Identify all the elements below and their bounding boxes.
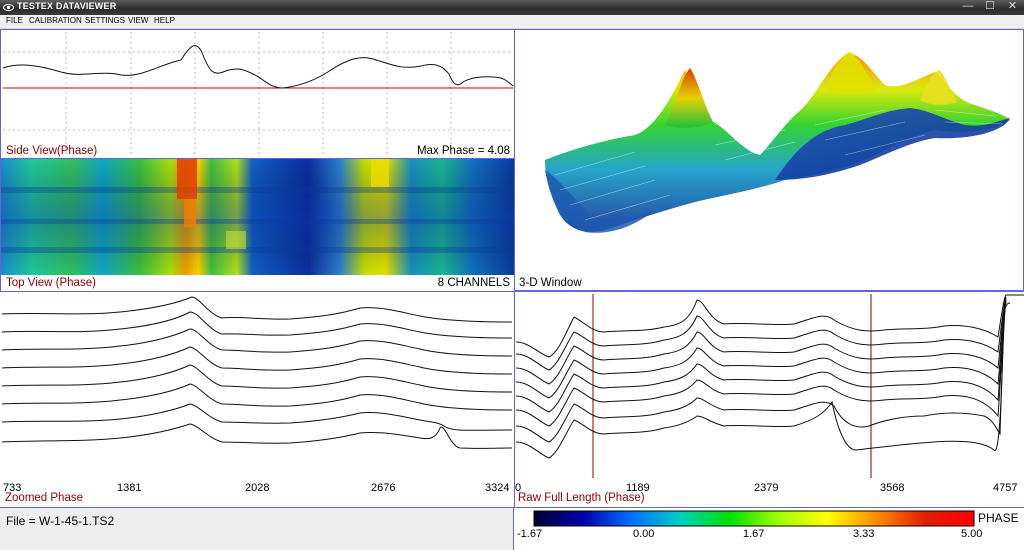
legend-tick-2: 0.00: [633, 528, 655, 540]
zoomed-phase-label: Zoomed Phase: [5, 492, 83, 504]
raw-tick-4: 3568: [880, 482, 905, 494]
zoomed-tick-3: 2028: [245, 482, 270, 494]
raw-tick-5: 4757: [993, 482, 1018, 494]
side-view-plot: [2, 32, 514, 156]
legend-tick-5: 5.00: [961, 528, 983, 540]
title-bar: TESTEX DATAVIEWER — ☐ ✕: [0, 0, 1024, 15]
legend-tick-4: 3.33: [853, 528, 875, 540]
menu-view[interactable]: VIEW: [128, 16, 148, 25]
maximize-button[interactable]: ☐: [979, 0, 1001, 14]
raw-phase-traces: [515, 294, 1024, 478]
menu-help[interactable]: HELP: [154, 16, 175, 25]
raw-full-length-pane[interactable]: 0 1189 2379 3568 4757 Raw Full Length (P…: [514, 291, 1024, 507]
raw-full-length-label: Raw Full Length (Phase): [518, 492, 645, 504]
app-icon: [3, 4, 14, 11]
status-bar: File = W-1-45-1.TS2: [0, 507, 514, 550]
3d-window-label: 3-D Window: [519, 277, 582, 289]
3d-surface-plot: [545, 52, 1010, 233]
zoomed-tick-5: 3324: [485, 482, 510, 494]
raw-tick-3: 2379: [754, 482, 779, 494]
legend-title: PHASE: [978, 511, 1019, 525]
menu-settings[interactable]: SETTINGS: [85, 16, 125, 25]
menu-bar: FILE CALIBRATION SETTINGS VIEW HELP: [0, 15, 1024, 29]
minimize-button[interactable]: —: [957, 0, 979, 14]
side-view-label: Side View(Phase): [6, 145, 98, 157]
close-button[interactable]: ✕: [1001, 0, 1024, 14]
zoomed-tick-4: 2676: [371, 482, 396, 494]
zoomed-phase-traces: [1, 296, 513, 449]
3d-window-pane[interactable]: 3-D Window: [514, 29, 1024, 291]
legend-tick-1: -1.67: [517, 528, 543, 540]
channel-count: 8 CHANNELS: [437, 277, 510, 289]
zoomed-phase-pane[interactable]: 733 1381 2028 2676 3324 Zoomed Phase: [0, 291, 515, 507]
legend-tick-3: 1.67: [743, 528, 765, 540]
side-view-pane[interactable]: Side View(Phase) Max Phase = 4.08: [0, 29, 515, 159]
zoomed-tick-2: 1381: [117, 482, 142, 494]
legend-colorbar: [533, 510, 975, 527]
window-title: TESTEX DATAVIEWER: [17, 1, 117, 11]
max-phase-readout: Max Phase = 4.08: [416, 145, 510, 157]
menu-file[interactable]: FILE: [6, 16, 23, 25]
phase-color-legend: PHASE -1.67 0.00 1.67 3.33 5.00: [514, 507, 1024, 550]
file-name-readout: File = W-1-45-1.TS2: [6, 514, 115, 528]
menu-calibration[interactable]: CALIBRATION: [29, 16, 82, 25]
top-view-heatmap: [1, 159, 514, 275]
top-view-pane[interactable]: Top View (Phase) 8 CHANNELS: [0, 159, 515, 292]
top-view-label: Top View (Phase): [6, 277, 96, 289]
